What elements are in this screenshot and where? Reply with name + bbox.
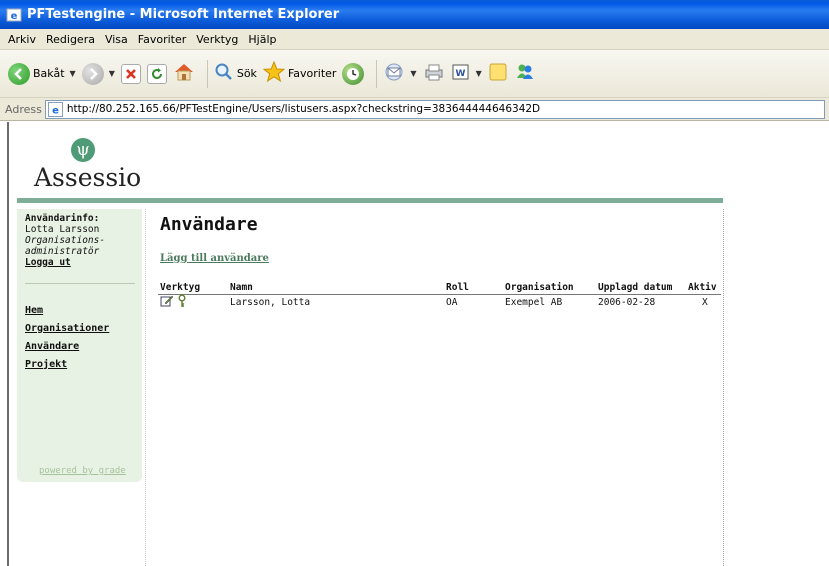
- sidebar-divider: [25, 283, 135, 284]
- print-button[interactable]: [423, 62, 445, 85]
- forward-button[interactable]: ▼: [81, 62, 115, 85]
- column-header-namn: Namn: [230, 282, 253, 293]
- user-role-line2: administratör: [25, 246, 100, 257]
- window-title: PFTestengine - Microsoft Internet Explor…: [27, 7, 340, 22]
- header-divider: [17, 198, 723, 203]
- menu-favoriter[interactable]: Favoriter: [133, 33, 191, 46]
- discuss-button[interactable]: [488, 62, 508, 85]
- address-label: Adress: [5, 102, 42, 116]
- forward-dropdown-icon[interactable]: ▼: [109, 69, 115, 78]
- search-button[interactable]: Sök: [214, 62, 257, 85]
- menu-redigera[interactable]: Redigera: [41, 33, 100, 46]
- back-dropdown-icon[interactable]: ▼: [70, 69, 76, 78]
- favorites-button[interactable]: Favoriter: [262, 60, 337, 86]
- sidebar-item-hem[interactable]: Hem: [25, 302, 109, 320]
- stop-button[interactable]: [120, 63, 141, 84]
- refresh-icon: [146, 63, 167, 84]
- back-button[interactable]: Bakåt ▼: [8, 62, 76, 85]
- history-icon: [342, 62, 365, 85]
- column-header-verktyg: Verktyg: [160, 282, 201, 293]
- note-icon: [488, 62, 508, 85]
- history-button[interactable]: [342, 62, 365, 85]
- back-label: Bakåt: [33, 67, 65, 80]
- messenger-button[interactable]: [514, 62, 536, 85]
- browser-toolbar: Bakåt ▼ ▼ Sök Favoriter ▼ W ▼: [0, 50, 829, 98]
- window-left-border: [7, 122, 9, 566]
- search-label: Sök: [236, 67, 257, 80]
- cell-created: 2006-02-28: [598, 297, 656, 308]
- column-header-organisation: Organisation: [505, 282, 574, 293]
- add-user-link[interactable]: Lägg till användare: [160, 253, 269, 264]
- user-name: Lotta Larsson: [25, 224, 100, 235]
- column-header-upplagd-datum: Upplagd datum: [598, 282, 673, 293]
- stop-icon: [120, 63, 141, 84]
- edit-word-button[interactable]: W ▼: [451, 63, 482, 84]
- star-icon: [262, 60, 286, 86]
- mail-dropdown-icon[interactable]: ▼: [410, 69, 416, 78]
- column-header-roll: Roll: [446, 282, 469, 293]
- menu-visa[interactable]: Visa: [100, 33, 133, 46]
- user-info-header: Användarinfo:: [25, 213, 100, 224]
- sidebar-item-projekt[interactable]: Projekt: [25, 356, 109, 374]
- word-icon: W: [451, 63, 471, 84]
- edit-icon[interactable]: [160, 294, 174, 308]
- svg-text:e: e: [52, 105, 59, 116]
- ie-app-icon: e: [6, 7, 22, 23]
- menu-bar: Arkiv Redigera Visa Favoriter Verktyg Hj…: [0, 29, 829, 50]
- menu-verktyg[interactable]: Verktyg: [191, 33, 243, 46]
- cell-name: Larsson, Lotta: [230, 297, 311, 308]
- key-icon[interactable]: [176, 294, 190, 308]
- address-bar: Adress e http://80.252.165.66/PFTestEngi…: [0, 98, 829, 121]
- user-role-line1: Organisations-: [25, 235, 106, 246]
- printer-icon: [423, 62, 445, 85]
- sidebar-item-organisationer[interactable]: Organisationer: [25, 320, 109, 338]
- cell-role: OA: [446, 297, 458, 308]
- messenger-icon: [514, 62, 536, 85]
- favorites-label: Favoriter: [287, 67, 337, 80]
- sidebar-item-anvandare[interactable]: Användare: [25, 338, 109, 356]
- sidebar-nav: Hem Organisationer Användare Projekt: [25, 302, 109, 374]
- cell-active: X: [702, 297, 708, 308]
- cell-organisation: Exempel AB: [505, 297, 563, 308]
- sidebar: Användarinfo: Lotta Larsson Organisation…: [17, 209, 142, 482]
- svg-text:e: e: [11, 11, 18, 22]
- page-icon: e: [47, 101, 63, 117]
- toolbar-separator: [376, 59, 378, 88]
- search-icon: [214, 62, 234, 85]
- column-divider: [145, 209, 146, 566]
- powered-by-link[interactable]: powered by grade: [39, 466, 126, 476]
- mail-icon: [383, 62, 405, 85]
- user-info: Användarinfo: Lotta Larsson Organisation…: [25, 213, 105, 268]
- toolbar-separator: [206, 59, 208, 88]
- back-arrow-icon: [8, 62, 30, 85]
- forward-arrow-icon: [81, 62, 104, 85]
- page-viewport: ψ Assessio Användarinfo: Lotta Larsson O…: [0, 122, 829, 566]
- word-dropdown-icon[interactable]: ▼: [476, 69, 482, 78]
- logout-link[interactable]: Logga ut: [25, 257, 105, 268]
- psi-logo-icon: ψ: [71, 138, 95, 162]
- page-title: Användare: [160, 214, 258, 235]
- menu-hjalp[interactable]: Hjälp: [243, 33, 281, 46]
- address-url: http://80.252.165.66/PFTestEngine/Users/…: [66, 103, 541, 115]
- window-titlebar[interactable]: e PFTestengine - Microsoft Internet Expl…: [0, 0, 829, 29]
- table-header-rule: [158, 294, 721, 295]
- content-right-border: [723, 209, 724, 566]
- mail-button[interactable]: ▼: [383, 62, 417, 85]
- svg-text:W: W: [455, 69, 465, 79]
- logo-text: Assessio: [34, 163, 142, 192]
- home-icon: [173, 62, 195, 85]
- home-button[interactable]: [173, 62, 195, 85]
- refresh-button[interactable]: [146, 63, 167, 84]
- menu-arkiv[interactable]: Arkiv: [3, 33, 41, 46]
- column-header-aktiv: Aktiv: [688, 282, 717, 293]
- address-input[interactable]: e http://80.252.165.66/PFTestEngine/User…: [44, 99, 825, 119]
